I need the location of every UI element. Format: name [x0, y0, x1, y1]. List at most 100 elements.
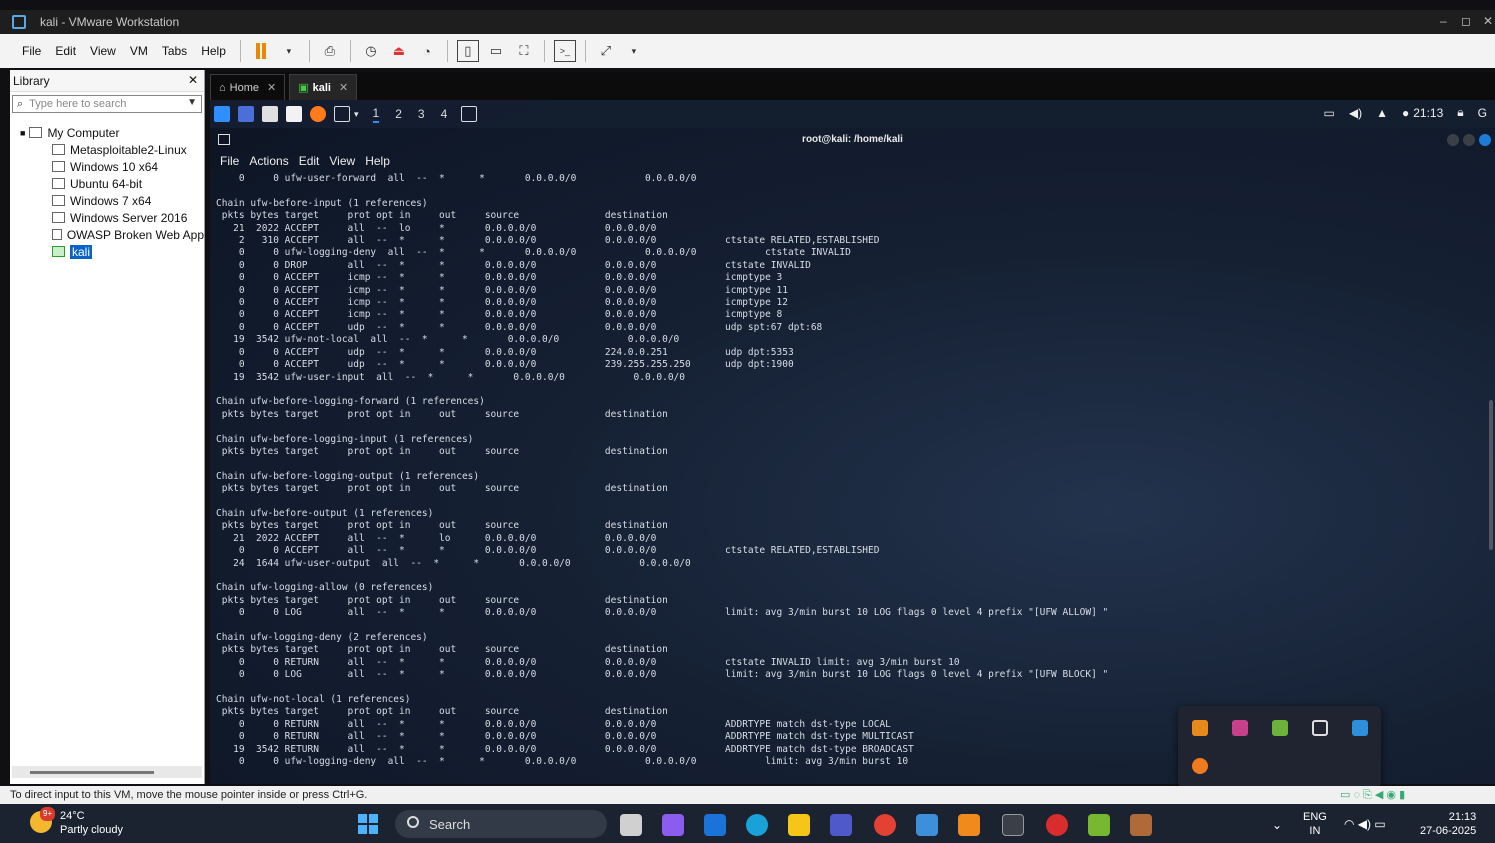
terminal-menu-actions[interactable]: Actions	[249, 154, 288, 168]
minimize-button[interactable]: –	[1440, 14, 1447, 28]
taskbar-clock[interactable]: 21:13 27-06-2025	[1420, 810, 1476, 838]
menu-edit[interactable]: Edit	[53, 44, 78, 58]
weather-widget[interactable]: 9+ 24°C Partly cloudy	[30, 807, 123, 837]
tree-node-vm-selected[interactable]: kali	[10, 243, 204, 260]
terminal-menu-help[interactable]: Help	[365, 154, 390, 168]
notepad-plus-icon[interactable]	[1088, 814, 1110, 836]
winrar-icon[interactable]	[1130, 814, 1152, 836]
tab-home[interactable]: ⌂ Home ✕	[210, 74, 286, 100]
tree-node-vm[interactable]: OWASP Broken Web App	[10, 226, 204, 243]
tree-node-vm[interactable]: Ubuntu 64-bit	[10, 175, 204, 192]
tree-node-vm[interactable]: Windows 7 x64	[10, 192, 204, 209]
chevron-down-icon[interactable]: ▾	[623, 40, 645, 62]
close-button[interactable]: ✕	[1483, 14, 1493, 28]
power-icon[interactable]: G	[1478, 106, 1487, 120]
library-close-icon[interactable]: ✕	[188, 73, 198, 87]
lock-icon[interactable]: 🔒︎	[1457, 105, 1463, 120]
library-horizontal-scrollbar[interactable]	[12, 766, 202, 778]
file-explorer-icon[interactable]	[788, 814, 810, 836]
notification-bell-icon[interactable]: ▲	[1376, 106, 1388, 120]
text-editor-icon[interactable]	[286, 106, 302, 122]
language-indicator[interactable]: ENG IN	[1303, 810, 1327, 838]
tab-label: Home	[229, 81, 259, 94]
terminal-titlebar[interactable]: root@kali: /home/kali	[210, 128, 1495, 152]
cherry-tree-icon[interactable]	[1046, 814, 1068, 836]
security-shield-icon[interactable]	[1352, 720, 1368, 736]
console-view-icon[interactable]: >_	[553, 40, 576, 62]
menu-file[interactable]: File	[20, 44, 43, 58]
outlook-icon[interactable]	[704, 814, 726, 836]
toolbar-separator	[446, 40, 448, 62]
menu-vm[interactable]: VM	[128, 44, 150, 58]
terminal-icon[interactable]	[1002, 814, 1024, 836]
full-screen-icon[interactable]: ⛶	[513, 40, 535, 62]
maximize-icon[interactable]	[1463, 134, 1475, 146]
terminal-icon[interactable]	[334, 106, 350, 122]
tab-close-icon[interactable]: ✕	[339, 81, 348, 94]
task-view-icon[interactable]	[620, 814, 642, 836]
file-manager-icon[interactable]	[262, 106, 278, 122]
chrome-icon[interactable]	[874, 814, 896, 836]
tree-node-vm[interactable]: Metasploitable2-Linux	[10, 141, 204, 158]
tray-app-icon[interactable]	[1232, 720, 1248, 736]
maximize-button[interactable]: ◻	[1461, 14, 1471, 28]
show-desktop-icon[interactable]	[238, 106, 254, 122]
tray-app-icon[interactable]	[1312, 720, 1328, 736]
kali-menu-icon[interactable]	[214, 106, 230, 122]
workspace-1[interactable]: 1	[372, 106, 380, 123]
workspace-2[interactable]: 2	[395, 107, 402, 121]
kali-clock[interactable]: 21:13	[1413, 106, 1443, 120]
start-button[interactable]	[358, 814, 378, 834]
terminal-menu-file[interactable]: File	[220, 154, 239, 168]
workspace-3[interactable]: 3	[418, 107, 425, 121]
edge-icon[interactable]	[746, 814, 768, 836]
firefox-icon[interactable]	[310, 106, 326, 122]
terminal-window-icon[interactable]	[461, 106, 478, 122]
show-library-icon[interactable]: ▯	[456, 40, 479, 62]
terminal-menu-view[interactable]: View	[329, 154, 355, 168]
stretch-guest-icon[interactable]: ⤢	[595, 40, 617, 62]
volume-icon[interactable]: ◀)	[1349, 106, 1362, 120]
tab-close-icon[interactable]: ✕	[267, 81, 276, 94]
terminal-output[interactable]: 0 0 ufw-user-forward all -- * * 0.0.0.0/…	[216, 173, 1486, 783]
workspace-4[interactable]: 4	[441, 107, 448, 121]
close-icon[interactable]	[1479, 134, 1491, 146]
chevron-down-icon[interactable]: ▼	[187, 97, 197, 108]
thumbnail-bar-icon[interactable]: ▭	[485, 40, 507, 62]
chevron-down-icon[interactable]: ▾	[278, 40, 300, 62]
menu-help[interactable]: Help	[199, 44, 228, 58]
send-ctrl-alt-del-icon[interactable]: ⎙	[319, 40, 341, 62]
copilot-icon[interactable]	[662, 814, 684, 836]
device-status-icons[interactable]: ▭ ◌ ⎘ ◀ ◉ ▮	[1340, 788, 1405, 802]
library-search-input[interactable]: ⌕ Type here to search ▼	[12, 95, 202, 113]
kali-desktop[interactable]: ▾ 1 2 3 4 ▭ ◀) ▲ ● 21:13 🔒︎ G root@kali:…	[210, 100, 1495, 784]
tree-node-vm[interactable]: Windows Server 2016	[10, 209, 204, 226]
tree-node-vm[interactable]: Windows 10 x64	[10, 158, 204, 175]
pause-button[interactable]	[250, 40, 272, 62]
minimize-icon[interactable]	[1447, 134, 1459, 146]
tree-node-my-computer[interactable]: ■ My Computer	[10, 124, 204, 141]
revert-snapshot-icon[interactable]: ⏏	[388, 40, 410, 62]
snapshot-manager-icon[interactable]: ◔	[416, 40, 438, 62]
tray-app-icon[interactable]	[1192, 720, 1208, 736]
chevron-down-icon[interactable]: ▾	[354, 109, 359, 120]
vm-icon	[52, 212, 65, 223]
terminal-menu-edit[interactable]: Edit	[299, 154, 320, 168]
tab-kali[interactable]: ▣ kali ✕	[289, 74, 358, 100]
remote-desktop-icon[interactable]	[916, 814, 938, 836]
collapse-icon[interactable]: ■	[20, 128, 25, 138]
snapshot-icon[interactable]: ◷	[360, 40, 382, 62]
chevron-up-icon[interactable]: ⌄	[1272, 818, 1282, 832]
workspace-indicator-icon[interactable]: ▭	[1324, 106, 1335, 120]
tray-app-icon[interactable]	[1272, 720, 1288, 736]
scrollbar-thumb[interactable]	[30, 771, 154, 774]
menu-view[interactable]: View	[88, 44, 118, 58]
wifi-volume-battery-icons[interactable]: ◠ ◀) ▭	[1344, 817, 1386, 831]
terminal-scrollbar[interactable]	[1489, 400, 1493, 550]
teams-icon[interactable]	[830, 814, 852, 836]
tray-app-icon[interactable]	[1192, 758, 1208, 774]
menu-tabs[interactable]: Tabs	[160, 44, 189, 58]
taskbar-search[interactable]: Search	[395, 810, 607, 838]
terminal-title: root@kali: /home/kali	[802, 134, 903, 145]
vmware-workstation-icon[interactable]	[958, 814, 980, 836]
